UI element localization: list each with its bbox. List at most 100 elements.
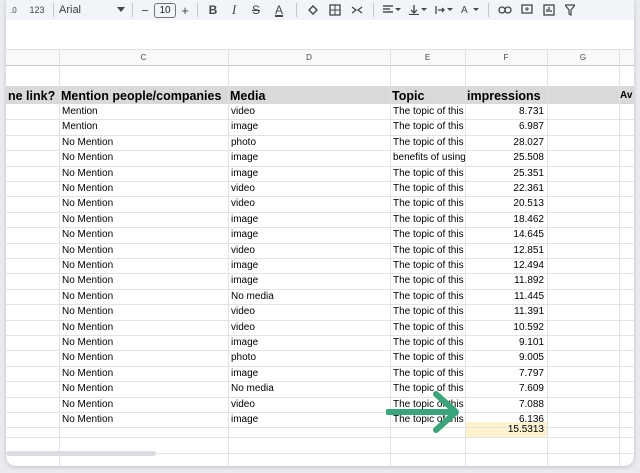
table-cell-d[interactable]: No media [228,289,390,304]
table-cell-d[interactable]: image [228,212,390,227]
table-cell-e[interactable]: The topic of this [390,350,465,365]
fill-color-icon[interactable] [302,1,324,19]
table-cell-d[interactable]: image [228,366,390,381]
header-cell-media[interactable]: Media [228,88,390,104]
table-cell-e[interactable]: The topic of this [390,335,465,350]
horizontal-align-icon[interactable] [379,1,405,19]
table-cell-f[interactable]: 10.592 [465,320,547,335]
table-cell-e[interactable]: The topic of this [390,304,465,319]
table-cell-d[interactable]: video [228,104,390,119]
table-cell-f[interactable]: 7.609 [465,381,547,396]
table-cell-c[interactable]: No Mention [59,320,228,335]
table-cell-f[interactable]: 7.797 [465,366,547,381]
table-cell-e[interactable]: The topic of this [390,212,465,227]
table-cell-f[interactable]: 7.088 [465,397,547,412]
column-header-F[interactable]: F [465,49,547,66]
chevron-down-icon[interactable] [115,1,127,19]
table-cell-d[interactable]: video [228,243,390,258]
average-impressions-cell[interactable]: 15.5313 [465,422,547,437]
strikethrough-button[interactable]: S [245,1,267,19]
table-cell-e[interactable]: The topic of this [390,273,465,288]
table-cell-c[interactable]: No Mention [59,166,228,181]
table-cell-c[interactable]: No Mention [59,150,228,165]
table-cell-e[interactable]: The topic of this [390,320,465,335]
table-cell-f[interactable]: 14.645 [465,227,547,242]
table-cell-e[interactable]: The topic of this [390,289,465,304]
table-cell-c[interactable]: No Mention [59,227,228,242]
table-cell-d[interactable]: photo [228,135,390,150]
table-cell-d[interactable]: image [228,119,390,134]
table-cell-e[interactable]: The topic of this [390,104,465,119]
table-cell-c[interactable]: No Mention [59,350,228,365]
table-cell-f[interactable]: 12.851 [465,243,547,258]
table-cell-f[interactable]: 25.351 [465,166,547,181]
format-percent-icon[interactable]: .0 [6,1,26,19]
table-cell-c[interactable]: Mention [59,104,228,119]
table-cell-d[interactable]: image [228,335,390,350]
table-cell-e[interactable]: The topic of this [390,166,465,181]
table-cell-f[interactable]: 22.361 [465,181,547,196]
decrease-font-size-button[interactable]: − [138,1,152,19]
table-cell-f[interactable]: 12.494 [465,258,547,273]
table-cell-d[interactable]: video [228,320,390,335]
table-cell-c[interactable]: No Mention [59,335,228,350]
header-cell-average[interactable]: Av [618,88,634,104]
text-color-button[interactable]: A [267,1,291,19]
table-cell-c[interactable]: No Mention [59,381,228,396]
header-cell-link[interactable]: ne link? [6,88,59,104]
table-cell-e[interactable]: benefits of using [390,150,465,165]
table-cell-c[interactable]: No Mention [59,397,228,412]
link-icon[interactable] [494,1,516,19]
table-cell-d[interactable]: image [228,227,390,242]
table-cell-c[interactable]: No Mention [59,304,228,319]
table-cell-e[interactable]: The topic of this [390,243,465,258]
table-cell-f[interactable]: 11.445 [465,289,547,304]
table-cell-c[interactable]: No Mention [59,243,228,258]
table-cell-c[interactable]: No Mention [59,273,228,288]
table-cell-f[interactable]: 25.508 [465,150,547,165]
table-cell-e[interactable]: The topic of this [390,135,465,150]
table-cell-e[interactable]: The topic of this [390,119,465,134]
table-cell-d[interactable]: video [228,181,390,196]
table-cell-d[interactable]: photo [228,350,390,365]
table-cell-d[interactable]: image [228,150,390,165]
horizontal-scrollbar[interactable] [6,451,156,456]
table-cell-f[interactable]: 20.513 [465,196,547,211]
table-cell-e[interactable]: The topic of this [390,181,465,196]
more-formats-button[interactable]: 123 [26,1,48,19]
header-cell-topic[interactable]: Topic [390,88,465,104]
table-cell-d[interactable]: image [228,258,390,273]
chart-icon[interactable] [538,1,560,19]
comment-icon[interactable] [516,1,538,19]
font-family-dropdown[interactable]: Arial [59,1,115,19]
table-cell-d[interactable]: No media [228,381,390,396]
filter-icon[interactable] [560,1,580,19]
column-header-C[interactable]: C [59,49,228,66]
table-cell-f[interactable]: 11.391 [465,304,547,319]
table-cell-d[interactable]: image [228,166,390,181]
table-cell-c[interactable]: No Mention [59,181,228,196]
table-cell-d[interactable]: image [228,412,390,427]
table-cell-f[interactable]: 28.027 [465,135,547,150]
font-size-field[interactable]: 10 [154,2,176,18]
table-cell-d[interactable]: image [228,273,390,288]
header-cell-impressions[interactable]: impressions [465,88,547,104]
table-cell-f[interactable]: 9.101 [465,335,547,350]
column-header-D[interactable]: D [228,49,390,66]
column-header-H[interactable] [619,49,634,66]
table-cell-c[interactable]: Mention [59,119,228,134]
table-cell-c[interactable]: No Mention [59,258,228,273]
table-cell-c[interactable]: No Mention [59,412,228,427]
header-cell-mention[interactable]: Mention people/companies [59,88,228,104]
table-cell-f[interactable]: 11.892 [465,273,547,288]
table-cell-e[interactable]: The topic of this [390,366,465,381]
table-cell-d[interactable]: video [228,196,390,211]
increase-font-size-button[interactable]: + [178,1,192,19]
column-header-B[interactable] [6,49,59,66]
merge-cells-icon[interactable] [346,1,368,19]
table-cell-f[interactable]: 8.731 [465,104,547,119]
table-cell-c[interactable]: No Mention [59,366,228,381]
table-cell-e[interactable]: The topic of this [390,258,465,273]
borders-icon[interactable] [324,1,346,19]
table-cell-d[interactable]: video [228,397,390,412]
